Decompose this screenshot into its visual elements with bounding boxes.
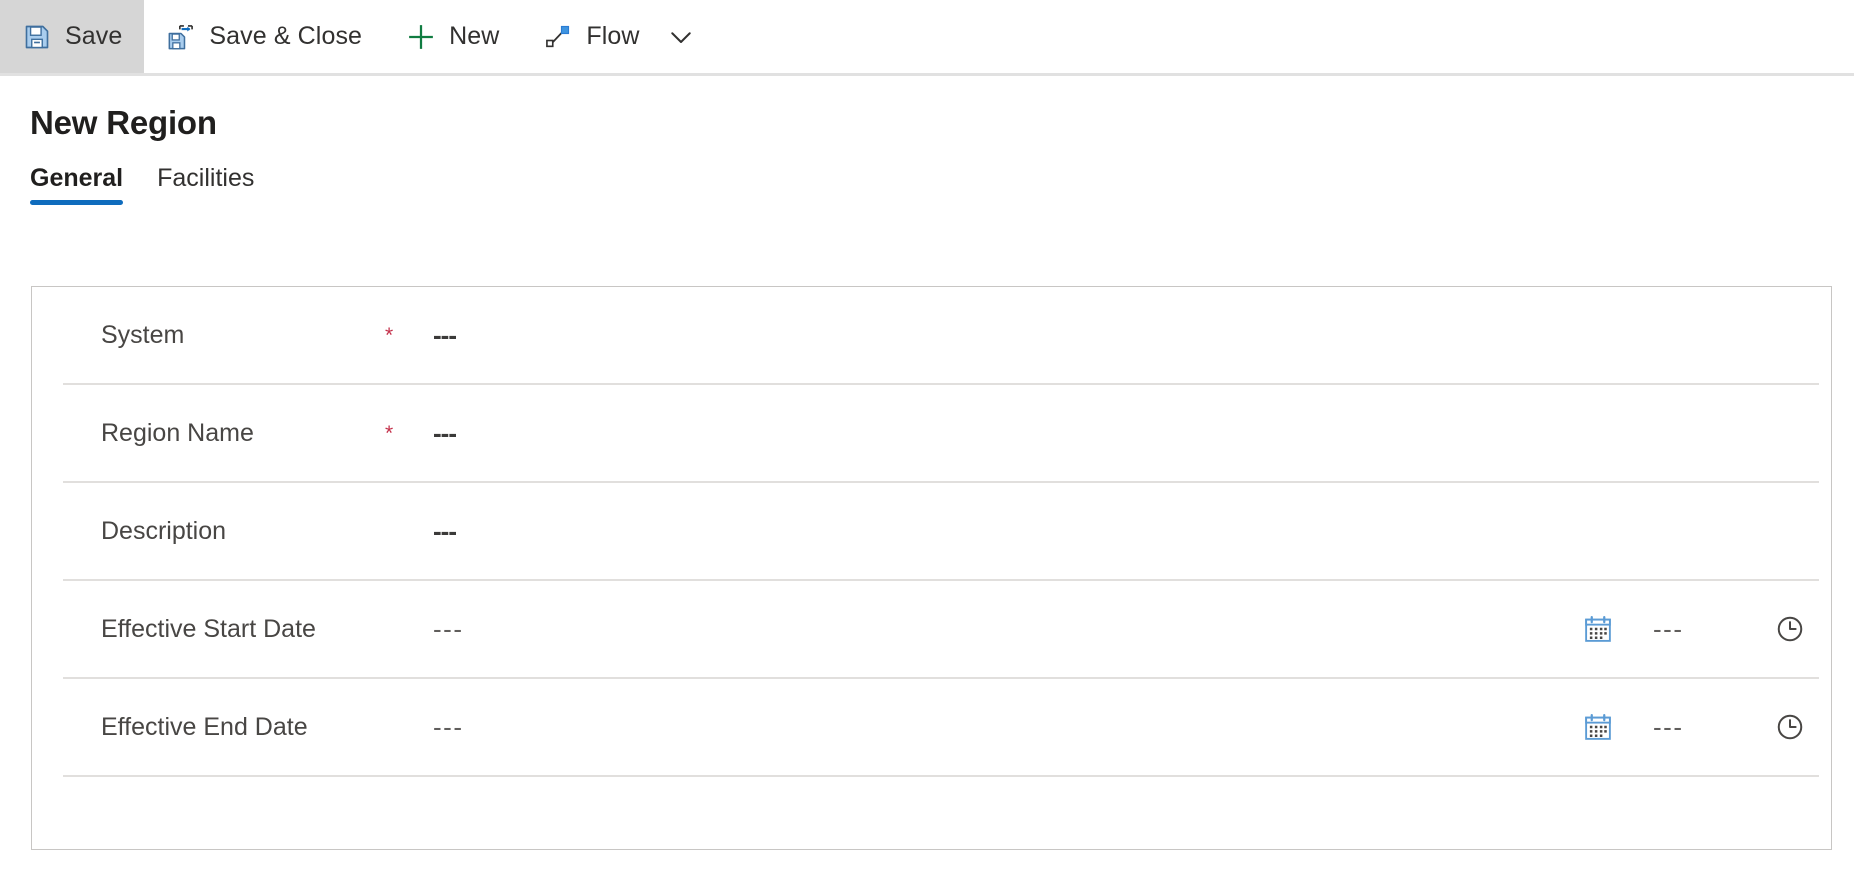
form-row-effective-start-date: Effective Start Date --- --- xyxy=(63,581,1819,679)
tab-facilities-label: Facilities xyxy=(157,164,255,192)
form-row-description: Description --- xyxy=(63,483,1819,581)
form-row-region-name: Region Name * --- xyxy=(63,385,1819,483)
save-and-close-icon xyxy=(166,22,196,52)
required-indicator-region-name: * xyxy=(385,421,394,445)
save-button-label: Save xyxy=(65,22,123,50)
tab-facilities[interactable]: Facilities xyxy=(157,164,254,205)
calendar-icon[interactable] xyxy=(1581,710,1615,744)
time-value-effective-end-date[interactable]: --- xyxy=(1653,712,1773,743)
new-button[interactable]: New xyxy=(384,0,521,73)
plus-icon xyxy=(406,22,436,52)
time-value-effective-start-date[interactable]: --- xyxy=(1653,614,1773,645)
clock-icon[interactable] xyxy=(1773,710,1807,744)
form-panel: System * --- Region Name * --- Descripti… xyxy=(31,286,1832,850)
save-and-close-button-label: Save & Close xyxy=(209,22,363,50)
overflow-menu-button[interactable] xyxy=(662,0,714,73)
page-title: New Region xyxy=(30,104,217,141)
calendar-icon[interactable] xyxy=(1581,612,1615,646)
flow-icon xyxy=(543,22,573,52)
tab-list: General Facilities xyxy=(30,164,1854,205)
chevron-down-icon xyxy=(666,22,696,52)
label-description: Description xyxy=(101,516,227,545)
flow-button[interactable]: Flow xyxy=(521,0,661,73)
tab-general[interactable]: General xyxy=(30,164,124,205)
value-region-name[interactable]: --- xyxy=(433,418,457,449)
label-effective-start-date: Effective Start Date xyxy=(101,614,316,643)
tab-general-label: General xyxy=(30,164,124,192)
form-row-effective-end-date: Effective End Date --- --- xyxy=(63,679,1819,777)
value-effective-end-date[interactable]: --- xyxy=(433,712,463,743)
new-button-label: New xyxy=(449,22,500,50)
save-and-close-button[interactable]: Save & Close xyxy=(144,0,384,73)
value-description[interactable]: --- xyxy=(433,516,457,547)
label-system: System xyxy=(101,320,185,349)
save-button[interactable]: Save xyxy=(0,0,145,73)
form-rows: System * --- Region Name * --- Descripti… xyxy=(63,287,1819,777)
form-row-system: System * --- xyxy=(63,287,1819,385)
flow-button-label: Flow xyxy=(586,22,640,50)
required-indicator-system: * xyxy=(385,323,394,347)
value-system[interactable]: --- xyxy=(433,320,457,351)
label-effective-end-date: Effective End Date xyxy=(101,712,308,741)
save-icon xyxy=(22,22,52,52)
label-region-name: Region Name xyxy=(101,418,254,447)
command-bar: Save Save & Close New Flow xyxy=(0,0,1854,76)
value-effective-start-date[interactable]: --- xyxy=(433,614,463,645)
clock-icon[interactable] xyxy=(1773,612,1807,646)
